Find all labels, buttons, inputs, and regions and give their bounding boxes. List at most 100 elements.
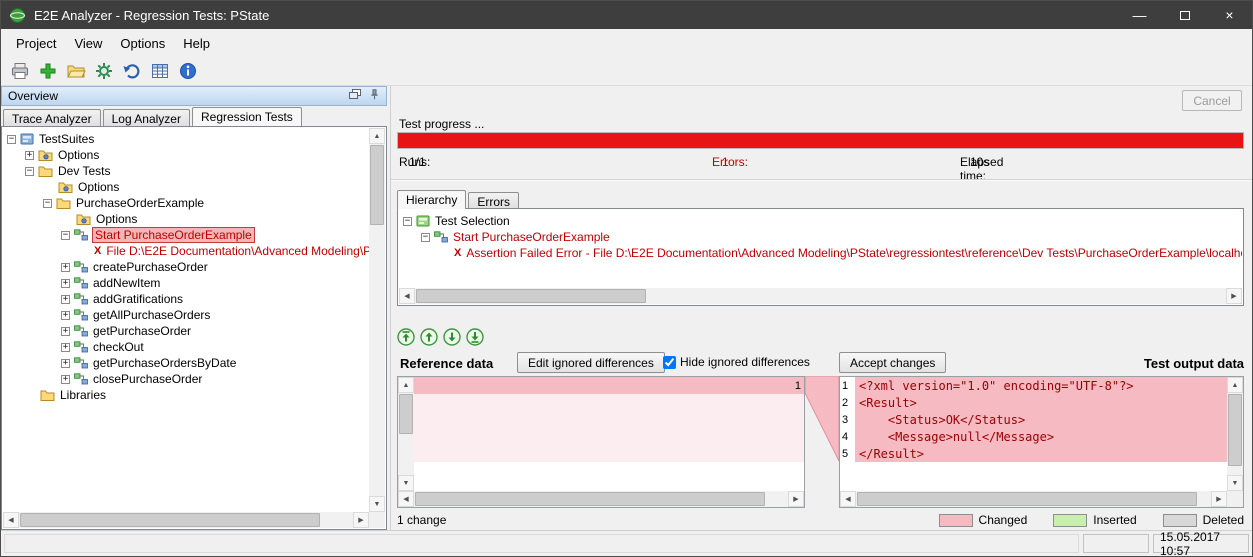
scrollbar-thumb[interactable] bbox=[370, 145, 384, 225]
collapse-toggle[interactable]: − bbox=[43, 199, 52, 208]
tree-item[interactable]: + closePurchaseOrder bbox=[3, 371, 369, 387]
test-icon bbox=[74, 341, 88, 353]
scrollbar-thumb[interactable] bbox=[1228, 394, 1242, 466]
tab-errors[interactable]: Errors bbox=[468, 192, 519, 209]
maximize-button[interactable] bbox=[1162, 1, 1207, 29]
scrollbar-thumb[interactable] bbox=[20, 513, 320, 527]
overview-title: Overview bbox=[8, 89, 58, 103]
output-horizontal-scrollbar[interactable]: ◀▶ bbox=[840, 491, 1227, 507]
hide-ignored-differences-checkbox[interactable] bbox=[663, 356, 676, 369]
tree-item[interactable]: +addNewItem bbox=[3, 275, 369, 291]
tab-hierarchy[interactable]: Hierarchy bbox=[397, 190, 466, 209]
scroll-left-button[interactable]: ◀ bbox=[398, 491, 414, 507]
close-button[interactable]: × bbox=[1207, 1, 1252, 29]
info-icon[interactable] bbox=[176, 60, 199, 83]
tree-item[interactable]: −TestSuites bbox=[3, 131, 369, 147]
collapse-toggle[interactable]: − bbox=[25, 167, 34, 176]
menu-item-help[interactable]: Help bbox=[174, 31, 219, 56]
settings-gear-icon[interactable] bbox=[92, 60, 115, 83]
tree-item[interactable]: Options bbox=[3, 179, 369, 195]
scroll-right-button[interactable]: ▶ bbox=[353, 512, 369, 528]
scroll-right-button[interactable]: ▶ bbox=[1211, 491, 1227, 507]
pin-icon[interactable] bbox=[369, 89, 380, 103]
overview-horizontal-scrollbar[interactable]: ◀▶ bbox=[3, 512, 369, 528]
tree-item[interactable]: −Dev Tests bbox=[3, 163, 369, 179]
scroll-left-button[interactable]: ◀ bbox=[399, 288, 415, 304]
menu-item-view[interactable]: View bbox=[65, 31, 111, 56]
edit-ignored-differences-button[interactable]: Edit ignored differences bbox=[517, 352, 665, 373]
scrollbar-thumb[interactable] bbox=[416, 289, 646, 303]
expand-toggle[interactable]: + bbox=[61, 375, 70, 384]
scrollbar-thumb[interactable] bbox=[399, 394, 413, 434]
tree-item[interactable]: +checkOut bbox=[3, 339, 369, 355]
output-vertical-scrollbar[interactable]: ▲▼ bbox=[1227, 377, 1243, 491]
expand-toggle[interactable]: + bbox=[61, 263, 70, 272]
float-window-icon[interactable] bbox=[349, 89, 361, 103]
reference-horizontal-scrollbar[interactable]: ◀▶ bbox=[398, 491, 804, 507]
cancel-button[interactable]: Cancel bbox=[1182, 90, 1242, 111]
expand-toggle[interactable]: + bbox=[61, 279, 70, 288]
print-icon[interactable] bbox=[8, 60, 31, 83]
hierarchy-horizontal-scrollbar[interactable]: ◀▶ bbox=[399, 288, 1242, 304]
last-difference-button[interactable] bbox=[466, 328, 484, 346]
tree-item[interactable]: −Start PurchaseOrderExample bbox=[399, 229, 1242, 245]
tree-item-label: closePurchaseOrder bbox=[92, 372, 203, 386]
expand-toggle[interactable]: + bbox=[61, 359, 70, 368]
menu-item-options[interactable]: Options bbox=[111, 31, 174, 56]
overview-panel: Overview Trace AnalyzerLog AnalyzerRegre… bbox=[1, 86, 387, 530]
tree-item[interactable]: Libraries bbox=[3, 387, 369, 403]
tree-item[interactable]: −Start PurchaseOrderExample bbox=[3, 227, 369, 243]
tree-item[interactable]: +getPurchaseOrdersByDate bbox=[3, 355, 369, 371]
test-output-data-label: Test output data bbox=[1144, 356, 1244, 371]
tree-item[interactable]: +Options bbox=[3, 147, 369, 163]
tree-item-label: PurchaseOrderExample bbox=[75, 196, 205, 210]
reference-vertical-scrollbar[interactable]: ▲▼ bbox=[398, 377, 414, 491]
scroll-down-button[interactable]: ▼ bbox=[369, 496, 385, 512]
undo-icon[interactable] bbox=[120, 60, 143, 83]
scroll-up-button[interactable]: ▲ bbox=[398, 377, 414, 393]
expand-toggle[interactable]: + bbox=[61, 311, 70, 320]
add-icon[interactable] bbox=[36, 60, 59, 83]
expand-toggle[interactable]: + bbox=[61, 295, 70, 304]
expand-toggle[interactable]: + bbox=[61, 343, 70, 352]
collapse-toggle[interactable]: − bbox=[403, 217, 412, 226]
collapse-toggle[interactable]: − bbox=[61, 231, 70, 240]
collapse-toggle[interactable]: − bbox=[421, 233, 430, 242]
tree-item[interactable]: −Test Selection bbox=[399, 213, 1242, 229]
tab-regression-tests[interactable]: Regression Tests bbox=[192, 107, 302, 126]
scroll-up-button[interactable]: ▲ bbox=[369, 128, 385, 144]
tree-item[interactable]: +createPurchaseOrder bbox=[3, 259, 369, 275]
accept-changes-button[interactable]: Accept changes bbox=[839, 352, 946, 373]
tree-item[interactable]: Options bbox=[3, 211, 369, 227]
tree-item[interactable]: +getPurchaseOrder bbox=[3, 323, 369, 339]
scroll-down-button[interactable]: ▼ bbox=[1227, 475, 1243, 491]
expand-toggle[interactable]: + bbox=[61, 327, 70, 336]
collapse-toggle[interactable]: − bbox=[7, 135, 16, 144]
scroll-up-button[interactable]: ▲ bbox=[1227, 377, 1243, 393]
tree-item[interactable]: XFile D:\E2E Documentation\Advanced Mode… bbox=[3, 243, 369, 259]
next-difference-button[interactable] bbox=[443, 328, 461, 346]
open-folder-icon[interactable] bbox=[64, 60, 87, 83]
tree-item[interactable]: − PurchaseOrderExample bbox=[3, 195, 369, 211]
expand-toggle[interactable]: + bbox=[25, 151, 34, 160]
scroll-left-button[interactable]: ◀ bbox=[3, 512, 19, 528]
menu-item-project[interactable]: Project bbox=[7, 31, 65, 56]
scroll-down-button[interactable]: ▼ bbox=[398, 475, 414, 491]
scroll-right-button[interactable]: ▶ bbox=[1226, 288, 1242, 304]
tree-item[interactable]: XAssertion Failed Error - File D:\E2E Do… bbox=[399, 245, 1242, 261]
overview-vertical-scrollbar[interactable]: ▲▼ bbox=[369, 128, 385, 512]
scroll-right-button[interactable]: ▶ bbox=[788, 491, 804, 507]
first-difference-button[interactable] bbox=[397, 328, 415, 346]
legend-deleted: Deleted bbox=[1163, 513, 1244, 527]
tree-item[interactable]: +addGratifications bbox=[3, 291, 369, 307]
tab-trace-analyzer[interactable]: Trace Analyzer bbox=[3, 109, 101, 126]
scrollbar-thumb[interactable] bbox=[415, 492, 765, 506]
minimize-button[interactable]: — bbox=[1117, 1, 1162, 29]
log-table-icon[interactable] bbox=[148, 60, 171, 83]
scrollbar-thumb[interactable] bbox=[857, 492, 1197, 506]
tree-item-label: Libraries bbox=[59, 388, 107, 402]
tab-log-analyzer[interactable]: Log Analyzer bbox=[103, 109, 190, 126]
scroll-left-button[interactable]: ◀ bbox=[840, 491, 856, 507]
tree-item[interactable]: +getAllPurchaseOrders bbox=[3, 307, 369, 323]
previous-difference-button[interactable] bbox=[420, 328, 438, 346]
